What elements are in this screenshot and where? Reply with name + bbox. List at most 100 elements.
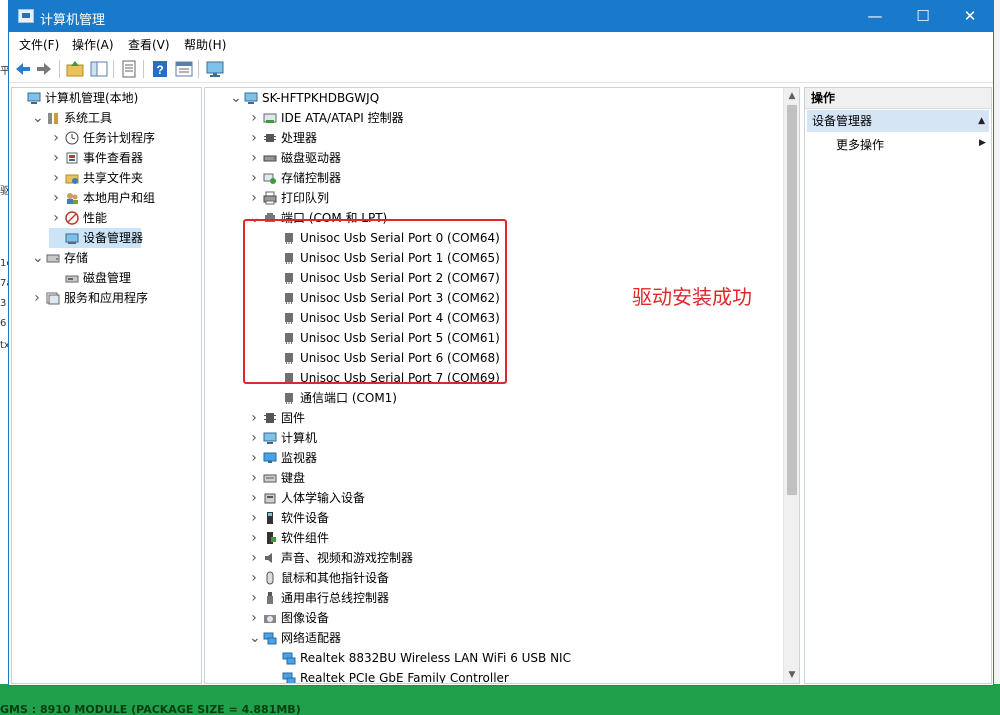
computer-icon bbox=[244, 91, 258, 105]
actions-section-device-manager[interactable]: 设备管理器 ▲ bbox=[807, 110, 989, 132]
expand-chevron-icon[interactable]: › bbox=[249, 488, 259, 508]
expand-chevron-icon[interactable]: › bbox=[249, 608, 259, 628]
collapse-chevron-icon[interactable]: ⌄ bbox=[230, 88, 242, 108]
background-console-text: GMS : 8910 MODULE (PACKAGE SIZE = 4.881M… bbox=[0, 703, 301, 715]
keyboard-icon bbox=[263, 471, 277, 485]
expand-chevron-icon[interactable]: › bbox=[249, 508, 259, 528]
device-tree-label: 软件组件 bbox=[281, 531, 330, 545]
expand-chevron-icon[interactable]: › bbox=[249, 168, 259, 188]
nav-tree-label: 共享文件夹 bbox=[83, 171, 144, 185]
device-tree-label: 固件 bbox=[281, 411, 306, 425]
network-adapter-icon bbox=[282, 671, 296, 683]
device-tree-label: 鼠标和其他指针设备 bbox=[281, 571, 390, 585]
annotation-text: 驱动安装成功 bbox=[632, 285, 752, 309]
storage-controller-icon bbox=[263, 171, 277, 185]
network-adapter-icon bbox=[282, 651, 296, 665]
performance-icon bbox=[65, 211, 79, 225]
expand-chevron-icon[interactable]: › bbox=[249, 128, 259, 148]
expand-chevron-icon[interactable]: › bbox=[51, 148, 61, 168]
expand-chevron-icon[interactable]: › bbox=[249, 148, 259, 168]
menu-file[interactable]: 文件(F) bbox=[19, 36, 59, 53]
navigation-tree-pane: 计算机管理(本地) ⌄ 系统工具 › 任务计划程序 › 事件查看器 › 共享文件夹 › 本地用户和组… bbox=[11, 87, 202, 684]
title-bar[interactable]: 计算机管理 — ☐ ✕ bbox=[9, 1, 993, 32]
storage-icon bbox=[46, 251, 60, 265]
expand-chevron-icon[interactable]: › bbox=[51, 208, 61, 228]
expand-chevron-icon[interactable]: › bbox=[249, 548, 259, 568]
back-icon[interactable] bbox=[13, 59, 33, 79]
expand-chevron-icon[interactable]: › bbox=[51, 128, 61, 148]
expand-chevron-icon[interactable]: › bbox=[51, 168, 61, 188]
expand-chevron-icon[interactable]: › bbox=[249, 528, 259, 548]
shared-folder-icon bbox=[65, 171, 79, 185]
collapse-chevron-icon[interactable]: ⌄ bbox=[249, 628, 261, 648]
disk-icon bbox=[65, 271, 79, 285]
menu-help[interactable]: 帮助(H) bbox=[184, 36, 226, 53]
forward-icon[interactable] bbox=[34, 59, 54, 79]
monitor-icon[interactable] bbox=[205, 59, 225, 79]
device-tree-label: 网络适配器 bbox=[281, 631, 342, 645]
scroll-up-arrow[interactable]: ▲ bbox=[784, 88, 799, 104]
expand-chevron-icon[interactable]: › bbox=[249, 448, 259, 468]
actions-section-label: 设备管理器 bbox=[812, 114, 873, 128]
expand-chevron-icon[interactable]: › bbox=[249, 468, 259, 488]
expand-chevron-icon[interactable]: › bbox=[249, 428, 259, 448]
actions-pane: 操作 设备管理器 ▲ 更多操作 ▶ bbox=[804, 87, 992, 684]
highlight-box bbox=[243, 219, 507, 384]
expand-chevron-icon[interactable]: › bbox=[51, 188, 61, 208]
menu-action[interactable]: 操作(A) bbox=[72, 36, 114, 53]
printer-icon bbox=[263, 191, 277, 205]
expand-chevron-icon[interactable]: › bbox=[249, 588, 259, 608]
show-hide-tree-icon[interactable] bbox=[89, 59, 109, 79]
menu-view[interactable]: 查看(V) bbox=[128, 36, 170, 53]
collapse-chevron-icon[interactable]: ⌄ bbox=[32, 248, 44, 268]
nav-tree-label: 任务计划程序 bbox=[83, 131, 156, 145]
background-window-right bbox=[994, 0, 1000, 715]
nav-tree-label: 性能 bbox=[83, 211, 108, 225]
device-tree-label: 通信端口 (COM1) bbox=[300, 391, 397, 405]
device-tree-label: SK-HFTPKHDBGWJQ bbox=[262, 91, 380, 105]
disk-drive-icon bbox=[263, 151, 277, 165]
expand-chevron-icon[interactable]: › bbox=[249, 188, 259, 208]
nav-tree-label: 计算机管理(本地) bbox=[45, 91, 139, 105]
expand-chevron-icon[interactable]: › bbox=[249, 408, 259, 428]
collapse-chevron-icon[interactable]: ⌄ bbox=[32, 108, 44, 128]
nav-tree-label: 存储 bbox=[64, 251, 89, 265]
camera-icon bbox=[263, 611, 277, 625]
maximize-button[interactable]: ☐ bbox=[900, 1, 946, 32]
expand-chevron-icon[interactable]: › bbox=[249, 568, 259, 588]
device-tree-label: 通用串行总线控制器 bbox=[281, 591, 390, 605]
users-icon bbox=[65, 191, 79, 205]
up-folder-icon[interactable] bbox=[65, 59, 85, 79]
serial-port-icon bbox=[282, 391, 296, 405]
device-tree-scrollbar[interactable]: ▲ ▼ bbox=[783, 88, 799, 683]
network-icon bbox=[263, 631, 277, 645]
nav-tree-label: 本地用户和组 bbox=[83, 191, 156, 205]
properties-icon[interactable] bbox=[174, 59, 194, 79]
processor-icon bbox=[263, 131, 277, 145]
services-icon bbox=[46, 291, 60, 305]
expand-chevron-icon[interactable]: › bbox=[32, 288, 42, 308]
device-tree-label: 打印队列 bbox=[281, 191, 330, 205]
device-tree-label: Realtek 8832BU Wireless LAN WiFi 6 USB N… bbox=[300, 651, 571, 665]
device-tree-label: 计算机 bbox=[281, 431, 318, 445]
monitor-icon bbox=[263, 451, 277, 465]
scroll-thumb[interactable] bbox=[787, 105, 797, 495]
expand-chevron-icon[interactable]: › bbox=[249, 108, 259, 128]
help-icon[interactable]: ? bbox=[150, 59, 170, 79]
device-tree-label: 存储控制器 bbox=[281, 171, 342, 185]
device-tree-label: 磁盘驱动器 bbox=[281, 151, 342, 165]
minimize-button[interactable]: — bbox=[852, 1, 898, 32]
nav-tree-row-7[interactable]: 设备管理器 bbox=[49, 228, 143, 248]
scroll-down-arrow[interactable]: ▼ bbox=[784, 667, 799, 683]
export-list-icon[interactable] bbox=[119, 59, 139, 79]
more-actions-item[interactable]: 更多操作 bbox=[836, 136, 884, 153]
close-button[interactable]: ✕ bbox=[947, 1, 993, 32]
software-device-icon bbox=[263, 511, 277, 525]
mouse-icon bbox=[263, 571, 277, 585]
device-tree-pane: ⌄ SK-HFTPKHDBGWJQ › IDE ATA/ATAPI 控制器 › 处理器 › 磁… bbox=[204, 87, 800, 684]
nav-tree-label: 磁盘管理 bbox=[83, 271, 132, 285]
collapse-triangle-icon[interactable]: ▲ bbox=[978, 110, 985, 132]
computer-management-app-icon bbox=[18, 9, 34, 23]
device-tree-label: 监视器 bbox=[281, 451, 318, 465]
software-component-icon bbox=[263, 531, 277, 545]
